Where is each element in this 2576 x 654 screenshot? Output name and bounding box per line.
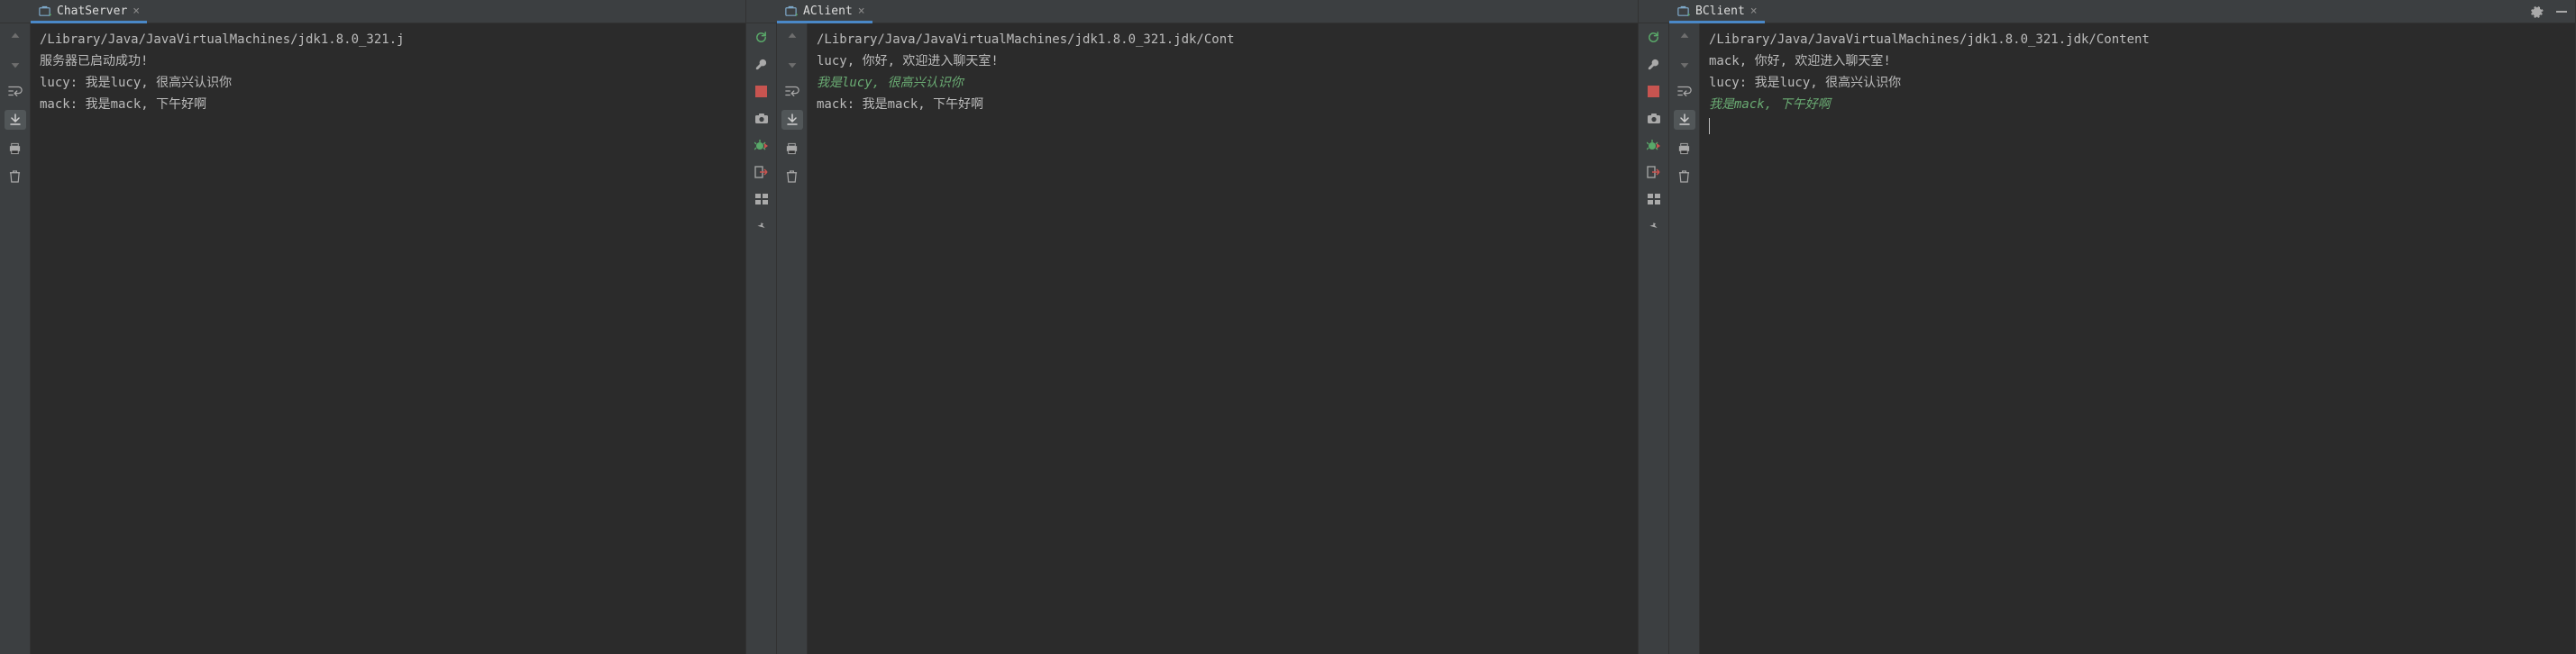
- console-output[interactable]: /Library/Java/JavaVirtualMachines/jdk1.8…: [808, 23, 1638, 654]
- rerun-icon[interactable]: [1646, 29, 1662, 45]
- console-gutter: [777, 23, 808, 654]
- run-config-icon: [1676, 5, 1690, 18]
- console-line: mack, 你好, 欢迎进入聊天室!: [1709, 50, 2566, 72]
- stop-icon[interactable]: [754, 83, 770, 99]
- camera-icon[interactable]: [754, 110, 770, 126]
- layout-icon[interactable]: [1646, 191, 1662, 207]
- left-gutter: [0, 23, 31, 654]
- gear-icon[interactable]: [2528, 4, 2544, 20]
- minimize-icon[interactable]: [2553, 4, 2570, 20]
- exit-icon[interactable]: [1646, 164, 1662, 180]
- up-stack-icon[interactable]: [1676, 29, 1693, 45]
- tab-bar: BClient ×: [1639, 0, 2575, 23]
- tab-chatserver[interactable]: ChatServer ×: [31, 0, 147, 23]
- console-caret-line: [1709, 115, 2566, 137]
- down-stack-icon[interactable]: [1676, 56, 1693, 72]
- tab-label: BClient: [1695, 5, 1745, 18]
- run-config-icon: [38, 5, 51, 18]
- exit-icon[interactable]: [754, 164, 770, 180]
- run-pane-chatserver: ChatServer × /Library/Java/JavaVirtualMa…: [0, 0, 746, 654]
- text-caret: [1709, 118, 1710, 134]
- pin-icon[interactable]: [754, 218, 770, 234]
- run-actions-gutter: [1639, 23, 1669, 654]
- console-line: /Library/Java/JavaVirtualMachines/jdk1.8…: [817, 29, 1629, 50]
- tab-bar: AClient ×: [746, 0, 1638, 23]
- scroll-to-end-icon[interactable]: [781, 110, 803, 130]
- down-stack-icon[interactable]: [784, 56, 800, 72]
- wrench-icon[interactable]: [1646, 56, 1662, 72]
- console-line: lucy: 我是lucy, 很高兴认识你: [1709, 72, 2566, 94]
- run-pane-bclient: BClient × /Library/Java/JavaVi: [1639, 0, 2576, 654]
- print-icon[interactable]: [784, 141, 800, 157]
- console-line: 我是lucy, 很高兴认识你: [817, 72, 1629, 94]
- console-line: /Library/Java/JavaVirtualMachines/jdk1.8…: [40, 29, 736, 50]
- tab-bclient[interactable]: BClient ×: [1669, 0, 1765, 23]
- console-line: lucy, 你好, 欢迎进入聊天室!: [817, 50, 1629, 72]
- console-line: mack: 我是mack, 下午好啊: [817, 94, 1629, 115]
- soft-wrap-icon[interactable]: [784, 83, 800, 99]
- tab-label: AClient: [803, 5, 853, 18]
- tab-bar: ChatServer ×: [0, 0, 745, 23]
- rerun-icon[interactable]: [754, 29, 770, 45]
- console-output[interactable]: /Library/Java/JavaVirtualMachines/jdk1.8…: [31, 23, 745, 654]
- scroll-to-end-icon[interactable]: [1674, 110, 1695, 130]
- soft-wrap-icon[interactable]: [1676, 83, 1693, 99]
- debug-bug-icon[interactable]: [1646, 137, 1662, 153]
- close-icon[interactable]: ×: [132, 5, 140, 17]
- run-pane-aclient: AClient × /Library/Java/JavaVirtualMachi…: [746, 0, 1639, 654]
- scroll-to-end-icon[interactable]: [5, 110, 26, 130]
- trash-icon[interactable]: [784, 168, 800, 184]
- trash-icon[interactable]: [7, 168, 23, 184]
- close-icon[interactable]: ×: [1750, 5, 1758, 17]
- soft-wrap-icon[interactable]: [7, 83, 23, 99]
- stop-icon[interactable]: [1646, 83, 1662, 99]
- camera-icon[interactable]: [1646, 110, 1662, 126]
- console-gutter: [1669, 23, 1700, 654]
- up-stack-icon[interactable]: [7, 29, 23, 45]
- tab-aclient[interactable]: AClient ×: [777, 0, 872, 23]
- console-line: lucy: 我是lucy, 很高兴认识你: [40, 72, 736, 94]
- close-icon[interactable]: ×: [858, 5, 865, 17]
- up-stack-icon[interactable]: [784, 29, 800, 45]
- layout-icon[interactable]: [754, 191, 770, 207]
- run-config-icon: [784, 5, 798, 18]
- console-output[interactable]: /Library/Java/JavaVirtualMachines/jdk1.8…: [1700, 23, 2575, 654]
- print-icon[interactable]: [7, 141, 23, 157]
- debug-bug-icon[interactable]: [754, 137, 770, 153]
- run-actions-gutter: [746, 23, 777, 654]
- console-line: 服务器已启动成功!: [40, 50, 736, 72]
- pin-icon[interactable]: [1646, 218, 1662, 234]
- console-line: mack: 我是mack, 下午好啊: [40, 94, 736, 115]
- console-line: /Library/Java/JavaVirtualMachines/jdk1.8…: [1709, 29, 2566, 50]
- console-line: 我是mack, 下午好啊: [1709, 94, 2566, 115]
- down-stack-icon[interactable]: [7, 56, 23, 72]
- trash-icon[interactable]: [1676, 168, 1693, 184]
- wrench-icon[interactable]: [754, 56, 770, 72]
- print-icon[interactable]: [1676, 141, 1693, 157]
- tab-label: ChatServer: [57, 5, 127, 18]
